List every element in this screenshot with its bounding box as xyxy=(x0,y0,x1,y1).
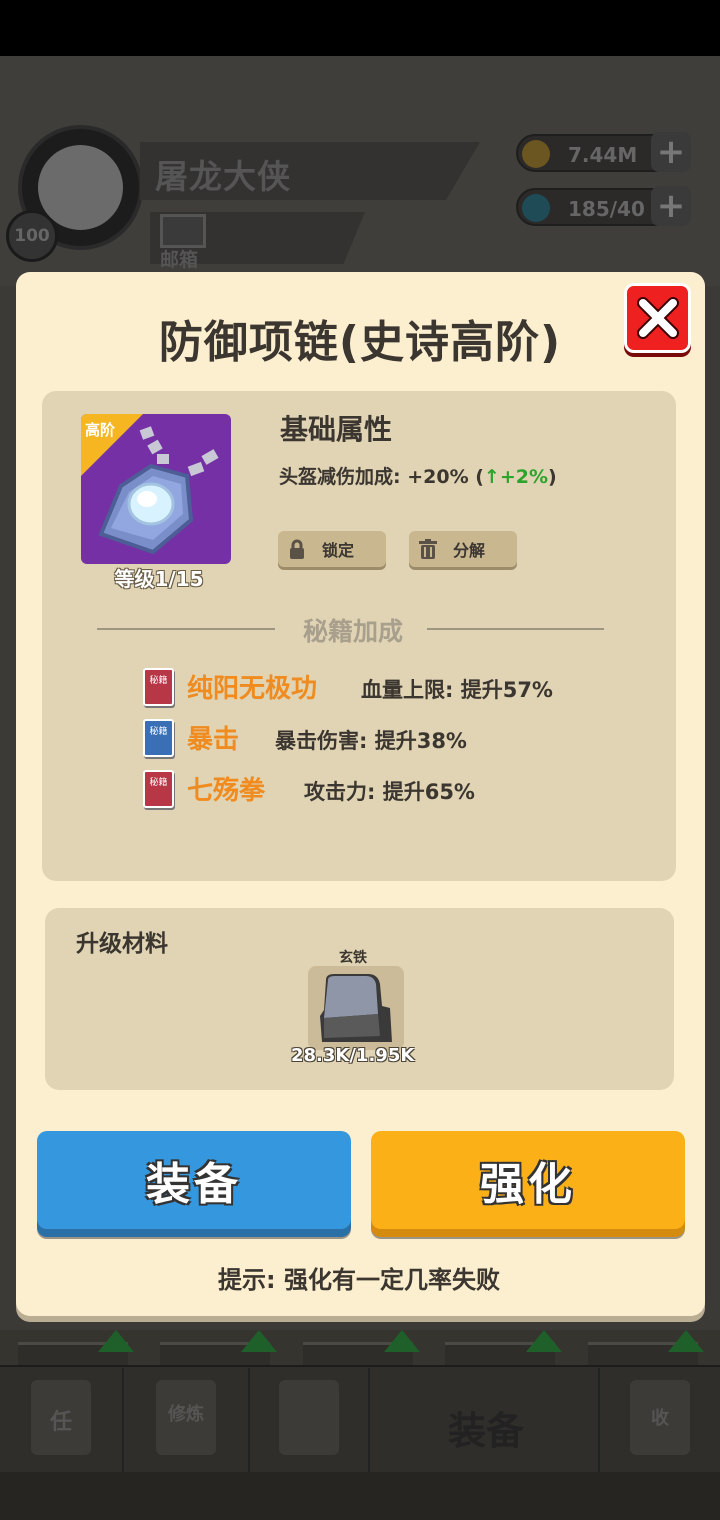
mail-icon xyxy=(160,214,206,248)
lock-button[interactable]: 锁定 xyxy=(278,531,386,567)
gem-icon xyxy=(522,194,550,222)
gold-counter: 7.44M + xyxy=(516,132,691,172)
secret-book-icon: 秘籍 xyxy=(143,770,174,808)
secret-book-icon: 秘籍 xyxy=(143,668,174,706)
tab-equipment-label: 装备 xyxy=(448,1409,525,1453)
gold-value: 7.44M xyxy=(568,143,638,167)
rarity-badge-label: 高阶 xyxy=(85,421,116,439)
system-nav-bar xyxy=(0,1472,720,1520)
base-attr-text: 头盔减伤加成: +20% ( xyxy=(279,466,484,488)
player-name: 屠龙大侠 xyxy=(155,157,291,196)
book-label: 秘籍 xyxy=(149,676,168,686)
base-attr-close-paren: ) xyxy=(548,466,557,488)
tab-collect: 收 xyxy=(600,1368,720,1473)
scroll-icon: 任 xyxy=(31,1380,91,1455)
base-attr-line: 头盔减伤加成: +20% (↑+2%) xyxy=(279,462,557,489)
add-gem-button: + xyxy=(651,186,691,226)
material-name: 玄铁 xyxy=(339,950,367,966)
shop-icon: 收 xyxy=(630,1380,690,1455)
upgrade-arrow-icon xyxy=(668,1330,704,1352)
hint-text: 提示: 强化有一定几率失败 xyxy=(218,1266,500,1294)
iron-ore-icon xyxy=(320,974,392,1042)
base-attr-title: 基础属性 xyxy=(280,413,393,446)
lock-icon xyxy=(290,539,304,559)
close-button[interactable] xyxy=(624,283,691,353)
skill-name: 七殇拳 xyxy=(187,776,266,806)
coin-icon xyxy=(522,140,550,168)
mail-label: 邮箱 xyxy=(160,249,199,271)
secret-book-icon: 秘籍 xyxy=(143,719,174,757)
tab-tasks: 任 xyxy=(0,1368,124,1473)
book-label: 秘籍 xyxy=(149,727,168,737)
upgrade-arrow-icon xyxy=(241,1330,277,1352)
lock-button-label: 锁定 xyxy=(322,541,355,560)
skill-name: 纯阳无极功 xyxy=(187,674,318,704)
status-bar xyxy=(0,0,720,56)
skill-effect: 攻击力: 提升65% xyxy=(304,780,475,804)
materials-title: 升级材料 xyxy=(76,931,168,957)
tab-cultivate: 修炼 xyxy=(124,1368,250,1473)
trash-icon xyxy=(419,539,437,559)
close-icon xyxy=(636,297,679,339)
book-label: 秘籍 xyxy=(149,778,168,788)
enhance-button[interactable]: 强化 xyxy=(371,1131,685,1229)
item-level: 等级1/15 xyxy=(114,567,204,591)
crossed-swords-icon xyxy=(279,1380,339,1455)
player-level-badge: 100 xyxy=(6,210,58,262)
upgrade-arrow-icon xyxy=(526,1330,562,1352)
book-icon: 修炼 xyxy=(156,1380,216,1455)
material-count: 28.3K/1.95K xyxy=(291,1045,415,1066)
upgrade-arrow-icon xyxy=(98,1330,134,1352)
upgrade-bonus: ↑+2% xyxy=(483,466,549,488)
skill-effect: 暴击伤害: 提升38% xyxy=(275,729,467,753)
gem-value: 185/40 xyxy=(568,197,645,221)
decompose-button-label: 分解 xyxy=(453,541,486,560)
tab-battle xyxy=(250,1368,370,1473)
skill-name: 暴击 xyxy=(187,725,240,755)
gem-counter: 185/40 + xyxy=(516,186,691,226)
material-slot[interactable] xyxy=(308,966,404,1050)
item-icon: 高阶 xyxy=(81,414,231,564)
dialog-title: 防御项链(史诗高阶) xyxy=(158,317,562,368)
decompose-button[interactable]: 分解 xyxy=(409,531,517,567)
equip-button[interactable]: 装备 xyxy=(37,1131,351,1229)
upgrade-arrow-icon xyxy=(384,1330,420,1352)
secret-bonus-title: 秘籍加成 xyxy=(302,617,403,646)
add-gold-button: + xyxy=(651,132,691,172)
skill-effect: 血量上限: 提升57% xyxy=(361,678,553,702)
